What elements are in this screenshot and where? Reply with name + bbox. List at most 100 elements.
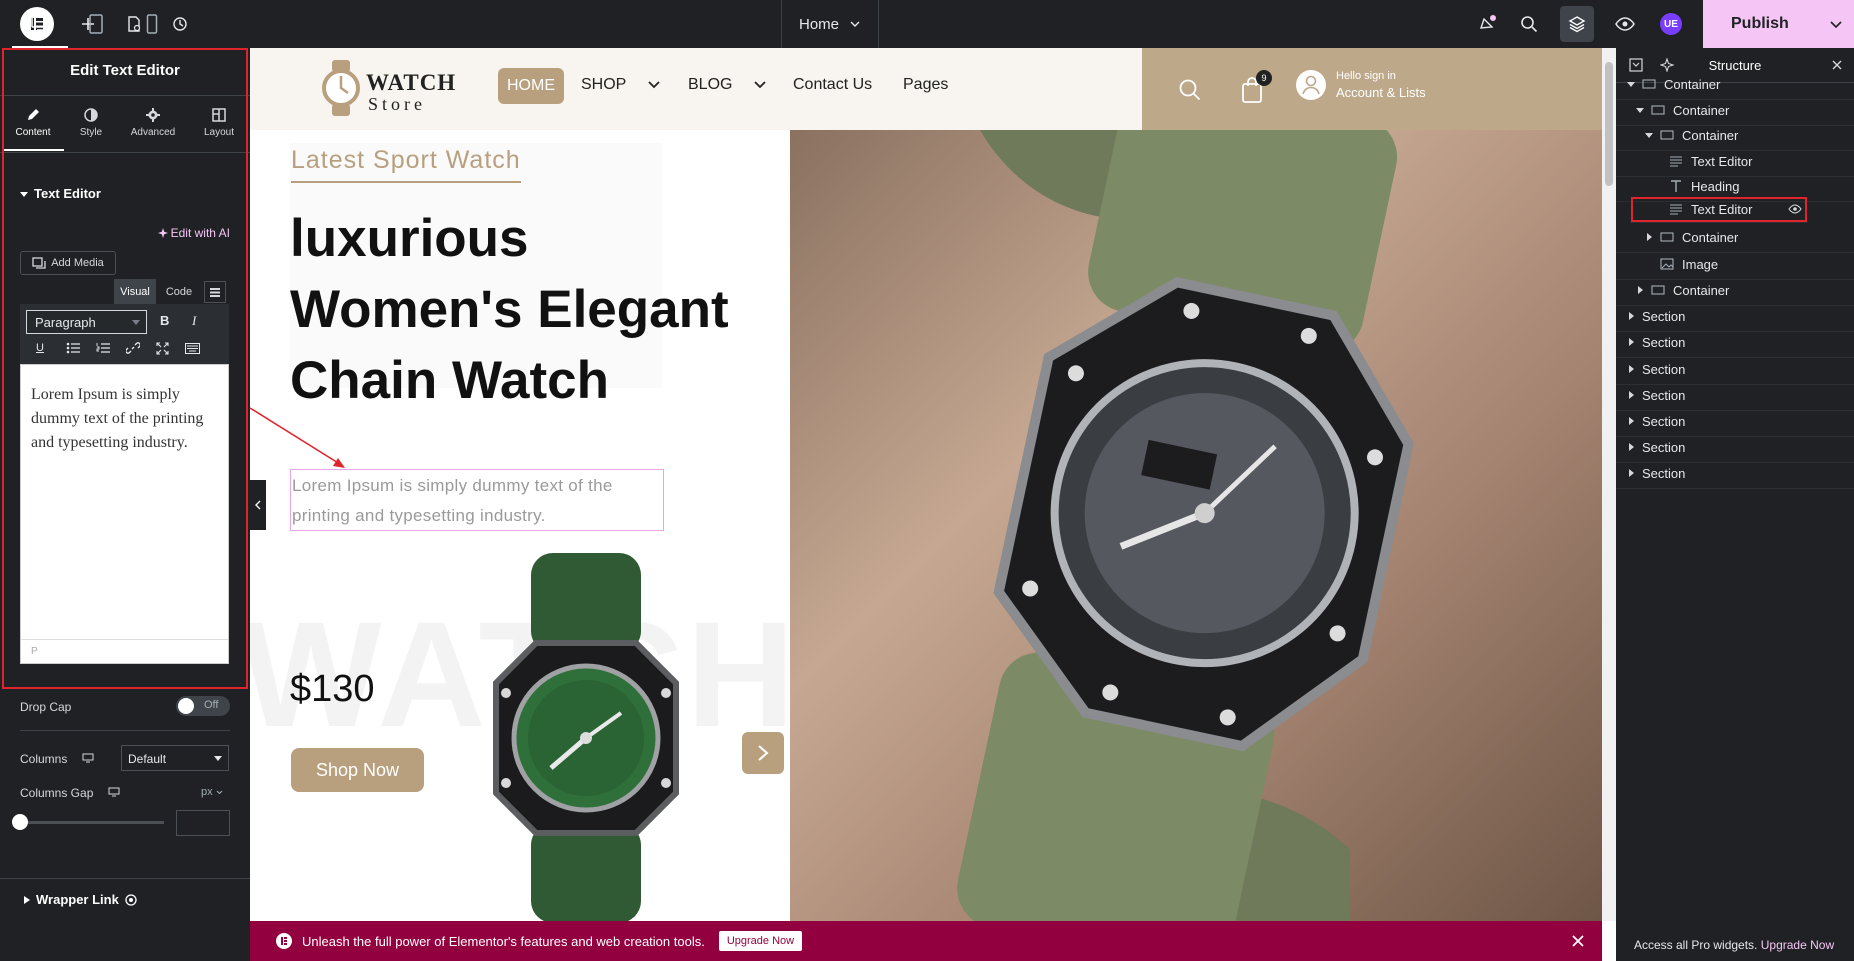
columns-gap-input[interactable] — [176, 810, 230, 836]
numbered-list-icon[interactable] — [96, 342, 110, 354]
editor-code-tab[interactable]: Code — [158, 279, 200, 304]
structure-node-section[interactable]: Section — [1616, 458, 1854, 489]
panel-title: Edit Text Editor — [70, 62, 180, 79]
editor-topbar: Home UE Publish — [0, 0, 1854, 48]
caret-down-icon[interactable] — [1626, 79, 1636, 89]
columns-gap-slider-track[interactable] — [20, 821, 164, 824]
hero-description[interactable]: Lorem Ipsum is simply dummy text of the … — [290, 469, 664, 531]
upgrade-link[interactable]: Upgrade Now — [1761, 938, 1834, 952]
visibility-eye-icon[interactable] — [1788, 204, 1802, 214]
keyboard-icon[interactable] — [185, 343, 200, 354]
tab-advanced[interactable]: Advanced — [122, 103, 184, 151]
responsive-desktop-icon[interactable] — [108, 787, 120, 797]
link-icon[interactable] — [126, 341, 140, 355]
publish-options[interactable] — [1818, 0, 1854, 48]
cart-button[interactable]: 9 — [1234, 70, 1274, 110]
nav-home[interactable]: HOME — [498, 68, 564, 104]
chevron-down-icon — [754, 81, 767, 89]
editor-text: Lorem Ipsum is simply dummy text of the … — [31, 386, 204, 451]
close-icon[interactable] — [1572, 935, 1584, 947]
tab-content-label: Content — [15, 127, 51, 138]
caret-right-icon[interactable] — [1626, 442, 1636, 452]
section-toggle-text-editor[interactable]: Text Editor — [20, 186, 101, 201]
hero-description-text: Lorem Ipsum is simply dummy text of the … — [292, 476, 613, 525]
format-select[interactable]: Paragraph — [26, 310, 147, 334]
canvas-scrollbar-track[interactable] — [1602, 48, 1616, 921]
slider-next-button[interactable] — [740, 730, 786, 776]
tab-style[interactable]: Style — [60, 103, 122, 151]
italic-icon[interactable]: I — [192, 313, 196, 329]
shop-now-button[interactable]: Shop Now — [291, 748, 424, 792]
toggle-knob — [178, 698, 194, 714]
chevron-left-icon — [255, 500, 261, 510]
cart-count-badge: 9 — [1256, 70, 1272, 86]
tablet-view-icon[interactable] — [68, 0, 124, 48]
promo-upgrade-button[interactable]: Upgrade Now — [718, 931, 803, 951]
mobile-view-icon[interactable] — [124, 0, 180, 48]
hero-title-line-3: Chain Watch — [290, 351, 609, 410]
account-link[interactable]: Hello sign in Account & Lists — [1296, 70, 1426, 100]
caret-right-icon[interactable] — [1626, 416, 1636, 426]
add-media-button[interactable]: Add Media — [20, 251, 116, 275]
fullscreen-icon[interactable] — [156, 342, 169, 355]
caret-right-icon[interactable] — [1626, 337, 1636, 347]
caret-right-icon[interactable] — [1626, 364, 1636, 374]
tab-layout-label: Layout — [203, 127, 235, 138]
responsive-desktop-icon[interactable] — [82, 753, 94, 763]
watch-logo-icon — [322, 60, 360, 116]
bullet-list-icon[interactable] — [66, 342, 80, 354]
media-icon — [32, 257, 46, 269]
caret-right-icon[interactable] — [1626, 390, 1636, 400]
editor-visual-tab[interactable]: Visual — [114, 279, 156, 304]
preview-eye-icon[interactable] — [1608, 0, 1642, 48]
canvas-scrollbar-thumb[interactable] — [1605, 62, 1613, 186]
container-icon — [1651, 285, 1665, 295]
unit-selector[interactable]: px — [201, 786, 223, 798]
nav-contact[interactable]: Contact Us — [793, 76, 872, 94]
tab-content[interactable]: Content — [2, 103, 64, 151]
drop-cap-toggle[interactable]: Off — [176, 696, 230, 716]
nav-pages[interactable]: Pages — [903, 76, 948, 94]
container-icon — [1660, 232, 1674, 242]
bold-icon[interactable]: B — [160, 313, 169, 328]
nav-blog[interactable]: BLOG — [688, 76, 767, 94]
account-greeting: Hello sign in — [1336, 70, 1396, 82]
nav-shop[interactable]: SHOP — [581, 76, 660, 94]
footer-text: Access all Pro widgets. — [1634, 938, 1758, 952]
search-icon[interactable] — [1512, 0, 1546, 48]
section-toggle-wrapper-link[interactable]: Wrapper Link — [24, 892, 137, 907]
image-icon — [1660, 258, 1674, 270]
logo-line2: Store — [368, 94, 426, 114]
underline-icon[interactable]: U — [36, 342, 44, 354]
account-label: Account & Lists — [1336, 85, 1426, 100]
caret-right-icon[interactable] — [1626, 468, 1636, 478]
structure-layers-icon[interactable] — [1560, 6, 1594, 42]
site-logo[interactable]: WATCH Store — [322, 58, 462, 118]
user-avatar[interactable]: UE — [1660, 13, 1682, 35]
publish-button[interactable]: Publish — [1703, 0, 1854, 48]
search-icon[interactable] — [1178, 78, 1202, 102]
structure-node-text-editor[interactable]: Text Editor — [1630, 196, 1808, 223]
page-selector-dropdown[interactable]: Home — [781, 0, 879, 48]
columns-select[interactable]: Default — [121, 745, 229, 771]
toolbar-toggle-icon[interactable] — [204, 281, 226, 303]
panel-collapse-handle[interactable] — [250, 480, 266, 530]
editor-status-path: P — [21, 639, 228, 663]
chevron-down-icon — [216, 790, 222, 794]
upgrade-promo-bar: Unleash the full power of Elementor's fe… — [250, 921, 1602, 961]
caret-down-icon[interactable] — [1635, 105, 1645, 115]
edit-with-ai-link[interactable]: Edit with AI — [157, 226, 230, 240]
structure-node-label: Image — [1682, 256, 1719, 272]
structure-node-label: Section — [1642, 361, 1686, 377]
tab-layout[interactable]: Layout — [188, 103, 250, 151]
caret-right-icon[interactable] — [1635, 285, 1645, 295]
promo-text: Unleash the full power of Elementor's fe… — [302, 933, 705, 949]
caret-right-icon[interactable] — [1626, 311, 1636, 321]
caret-right-icon[interactable] — [1644, 232, 1654, 242]
desktop-view-icon[interactable] — [12, 0, 68, 48]
text-editor-area[interactable]: Lorem Ipsum is simply dummy text of the … — [20, 364, 229, 664]
notifications-icon[interactable] — [1470, 0, 1504, 48]
nav-blog-label: BLOG — [688, 76, 733, 93]
columns-gap-slider-handle[interactable] — [12, 814, 28, 830]
caret-down-icon[interactable] — [1644, 130, 1654, 140]
